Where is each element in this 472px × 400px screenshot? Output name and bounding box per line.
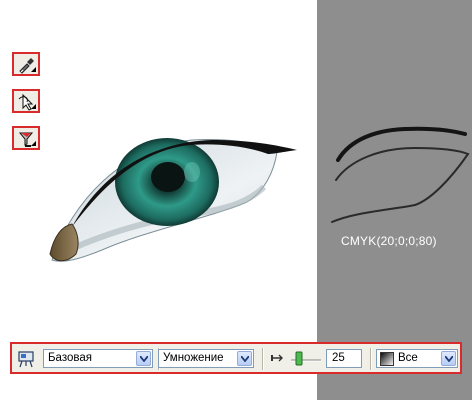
chevron-down-icon[interactable]	[441, 351, 456, 366]
easel-icon	[18, 351, 34, 368]
opacity-slider[interactable]	[289, 348, 323, 368]
eye-pupil	[151, 162, 185, 192]
preset-value: Базовая	[48, 352, 92, 364]
blend-mode-dropdown[interactable]: Умножение	[158, 349, 254, 368]
opacity-input[interactable]: 25	[326, 349, 362, 368]
property-toolbar: Базовая Умножение 25 Все	[10, 342, 462, 374]
fill-tool-button[interactable]	[12, 126, 40, 150]
apply-to-dropdown[interactable]: Все	[376, 349, 458, 368]
preset-button[interactable]	[16, 349, 36, 369]
preset-dropdown[interactable]: Базовая	[43, 349, 153, 368]
eye-illustration	[49, 138, 297, 262]
brush-stroke-sample	[331, 126, 470, 223]
opacity-value: 25	[332, 352, 345, 364]
gradient-swatch-icon	[380, 352, 394, 366]
pick-tool-button[interactable]	[12, 89, 40, 113]
eyedropper-tool-button[interactable]	[12, 52, 40, 76]
apply-to-value: Все	[398, 352, 418, 364]
tear-duct	[49, 223, 79, 262]
slider-icon	[291, 351, 321, 366]
transparency-arrow-icon	[270, 351, 286, 365]
color-value-label: CMYK(20;0;0;80)	[341, 234, 437, 248]
chevron-down-icon[interactable]	[237, 351, 252, 366]
chevron-down-icon[interactable]	[136, 351, 151, 366]
blend-mode-value: Умножение	[163, 352, 224, 364]
